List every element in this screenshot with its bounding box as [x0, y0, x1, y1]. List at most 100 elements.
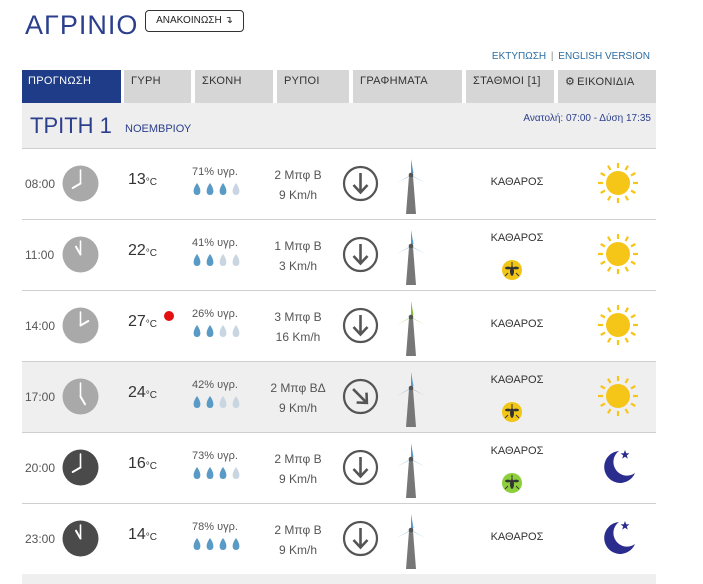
temperature-value: 27 [128, 313, 146, 330]
tab-graphs[interactable]: ΓΡΑΦΗΜΑΤΑ [353, 70, 462, 103]
clock-icon [62, 449, 99, 486]
wind-speed: 16 Km/h [275, 330, 321, 344]
humidity: 42% υγρ. [192, 379, 238, 391]
humidity: 41% υγρ. [192, 237, 238, 249]
wind-direction-arrow-icon [342, 236, 379, 273]
wind-turbine-icon [392, 158, 430, 214]
sky-condition: ΚΑΘΑΡΟΣ [490, 176, 544, 188]
link-separator: | [550, 51, 554, 62]
sun-icon [597, 233, 639, 275]
sky-condition: ΚΑΘΑΡΟΣ [490, 318, 544, 330]
tab-label: ΣΤΑΘΜΟΙ [1] [473, 75, 541, 87]
temperature-unit: °C [145, 319, 158, 330]
temperature: 22°C [128, 242, 157, 260]
humidity: 78% υγρ. [192, 521, 238, 533]
temperature-unit: °C [145, 177, 158, 188]
clock-icon [62, 236, 99, 273]
day-header: ΤΡΙΤΗ 1 ΝΟΕΜΒΡΙΟΥ Ανατολή: 07:00 - Δύση … [22, 103, 656, 149]
tab-label: ΓΡΑΦΗΜΑΤΑ [360, 75, 428, 87]
forecast-row: 23:00 14°C 78% υγρ. 2 Μπφ Β 9 Km/h ΚΑΘΑΡΟΣ [22, 504, 656, 575]
wind-force: 2 Μπφ Β [274, 523, 322, 537]
sun-icon [597, 375, 639, 417]
row-time: 14:00 [25, 319, 56, 333]
mosquito-green-icon [501, 472, 523, 494]
humidity: 26% υγρ. [192, 308, 238, 320]
sky-condition: ΚΑΘΑΡΟΣ [490, 531, 544, 543]
next-row-stub [22, 574, 656, 584]
wind-turbine-icon [392, 300, 430, 356]
tab-label: ΓΥΡΗ [131, 75, 161, 87]
tab-pollutants[interactable]: ΡΥΠΟΙ [277, 70, 349, 103]
wind-speed: 9 Km/h [278, 543, 317, 557]
forecast-row: 11:00 22°C 41% υγρ. 1 Μπφ Β 3 Km/h ΚΑΘΑΡΟΣ [22, 220, 656, 291]
humidity-drops-icon [191, 395, 243, 409]
wind-info: 2 Μπφ Β 9 Km/h [258, 520, 338, 560]
tab-label: ΠΡΟΓΝΩΣΗ [28, 75, 92, 87]
moon-icon [597, 517, 639, 559]
city-title: ΑΓΡΙΝΙΟ [25, 10, 139, 40]
tab-dust[interactable]: ΣΚΟΝΗ [195, 70, 273, 103]
row-time: 17:00 [25, 390, 56, 404]
temperature-unit: °C [145, 248, 158, 259]
temperature-value: 16 [128, 455, 146, 472]
sky-condition: ΚΑΘΑΡΟΣ [490, 374, 544, 386]
print-link[interactable]: ΕΚΤΥΠΩΣΗ [492, 51, 546, 62]
english-version-link[interactable]: ENGLISH VERSION [558, 51, 650, 62]
top-links: ΕΚΤΥΠΩΣΗ | ENGLISH VERSION [492, 51, 650, 62]
tab-label: ΕΙΚΟΝΙΔΙΑ [577, 76, 635, 88]
tab-stations[interactable]: ΣΤΑΘΜΟΙ [1] [466, 70, 554, 103]
wind-speed: 3 Km/h [278, 259, 317, 273]
temperature-unit: °C [145, 532, 158, 543]
temperature-value: 13 [128, 171, 146, 188]
wind-force: 2 Μπφ ΒΔ [270, 381, 326, 395]
announcement-button[interactable]: ΑΝΑΚΟΙΝΩΣΗ ↴ [145, 10, 244, 32]
sun-icon [597, 162, 639, 204]
humidity-drops-icon [191, 253, 243, 267]
humidity-drops-icon [191, 324, 243, 338]
wind-direction-arrow-icon [342, 520, 379, 557]
temperature-value: 14 [128, 526, 146, 543]
temperature: 13°C [128, 171, 157, 189]
tab-forecast[interactable]: ΠΡΟΓΝΩΣΗ [22, 70, 121, 103]
row-time: 23:00 [25, 532, 56, 546]
day-month: ΝΟΕΜΒΡΙΟΥ [125, 123, 192, 135]
wind-info: 1 Μπφ Β 3 Km/h [258, 236, 338, 276]
row-time: 11:00 [25, 248, 55, 262]
wind-info: 2 Μπφ ΒΔ 9 Km/h [258, 378, 338, 418]
sky-condition: ΚΑΘΑΡΟΣ [490, 445, 544, 457]
tab-label: ΣΚΟΝΗ [202, 75, 242, 87]
wind-info: 2 Μπφ Β 9 Km/h [258, 165, 338, 205]
wind-force: 2 Μπφ Β [274, 168, 322, 182]
tab-label: ΡΥΠΟΙ [284, 75, 320, 87]
forecast-tabs: ΠΡΟΓΝΩΣΗ ΓΥΡΗ ΣΚΟΝΗ ΡΥΠΟΙ ΓΡΑΦΗΜΑΤΑ ΣΤΑΘ… [22, 70, 656, 103]
forecast-row: 20:00 16°C 73% υγρ. 2 Μπφ Β 9 Km/h ΚΑΘΑΡΟΣ [22, 433, 656, 504]
tab-icons[interactable]: ⚙ ΕΙΚΟΝΙΔΙΑ [558, 70, 656, 103]
heat-alert-dot-icon [164, 311, 174, 321]
wind-direction-arrow-icon [342, 307, 379, 344]
mosquito-yellow-icon [501, 401, 523, 423]
temperature: 14°C [128, 526, 157, 544]
temperature: 16°C [128, 455, 157, 473]
day-name: ΤΡΙΤΗ 1 [30, 113, 112, 138]
temperature-unit: °C [145, 461, 158, 472]
sky-condition: ΚΑΘΑΡΟΣ [490, 232, 544, 244]
temperature-value: 22 [128, 242, 146, 259]
humidity-drops-icon [191, 466, 243, 480]
wind-speed: 9 Km/h [278, 401, 317, 415]
clock-icon [62, 165, 99, 202]
clock-icon [62, 307, 99, 344]
wind-turbine-icon [392, 513, 430, 569]
wind-turbine-icon [392, 442, 430, 498]
humidity: 73% υγρ. [192, 450, 238, 462]
wind-force: 3 Μπφ Β [274, 310, 322, 324]
temperature-unit: °C [145, 390, 158, 401]
wind-direction-arrow-icon [342, 165, 379, 202]
gear-icon: ⚙ [565, 76, 576, 88]
tab-pollen[interactable]: ΓΥΡΗ [124, 70, 191, 103]
wind-speed: 9 Km/h [278, 188, 317, 202]
wind-info: 2 Μπφ Β 9 Km/h [258, 449, 338, 489]
temperature-value: 24 [128, 384, 146, 401]
temperature: 24°C [128, 384, 157, 402]
forecast-row: 14:00 27°C 26% υγρ. 3 Μπφ Β 16 Km/h ΚΑΘΑΡΟΣ [22, 291, 656, 362]
sunrise-sunset: Ανατολή: 07:00 - Δύση 17:35 [523, 113, 651, 124]
